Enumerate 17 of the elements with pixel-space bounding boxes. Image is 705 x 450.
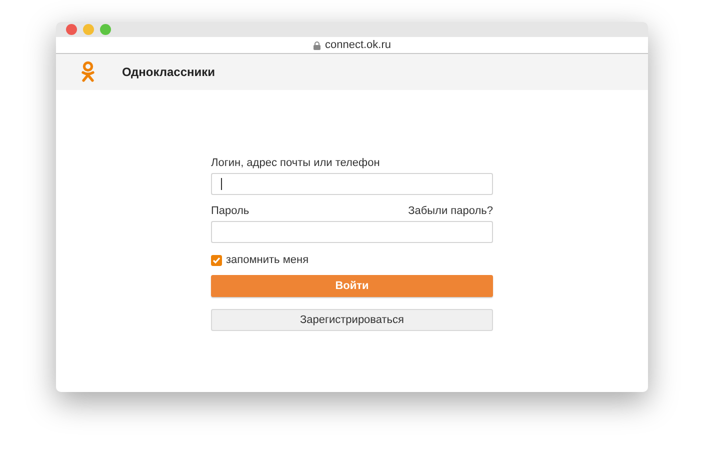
url-text: connect.ok.ru [324, 40, 392, 50]
remember-checkbox[interactable] [211, 254, 222, 266]
lock-icon [312, 40, 321, 50]
text-cursor-icon [221, 178, 222, 190]
login-label: Логин, адрес почты или телефон [211, 156, 381, 170]
login-field[interactable] [211, 173, 493, 195]
remember-label: запомнить меня [226, 253, 309, 267]
password-label: Пароль [211, 204, 250, 218]
logo-icon [81, 61, 95, 83]
close-button[interactable] [66, 24, 77, 35]
register-button[interactable]: Зарегистрироваться [211, 309, 493, 331]
site-title: Одноклассники [122, 64, 216, 81]
password-field[interactable] [211, 221, 493, 243]
zoom-button[interactable] [100, 24, 111, 35]
minimize-button[interactable] [83, 24, 94, 35]
address-bar[interactable]: connect.ok.ru [56, 37, 648, 54]
forgot-password-link[interactable]: Забыли пароль? [408, 204, 493, 218]
